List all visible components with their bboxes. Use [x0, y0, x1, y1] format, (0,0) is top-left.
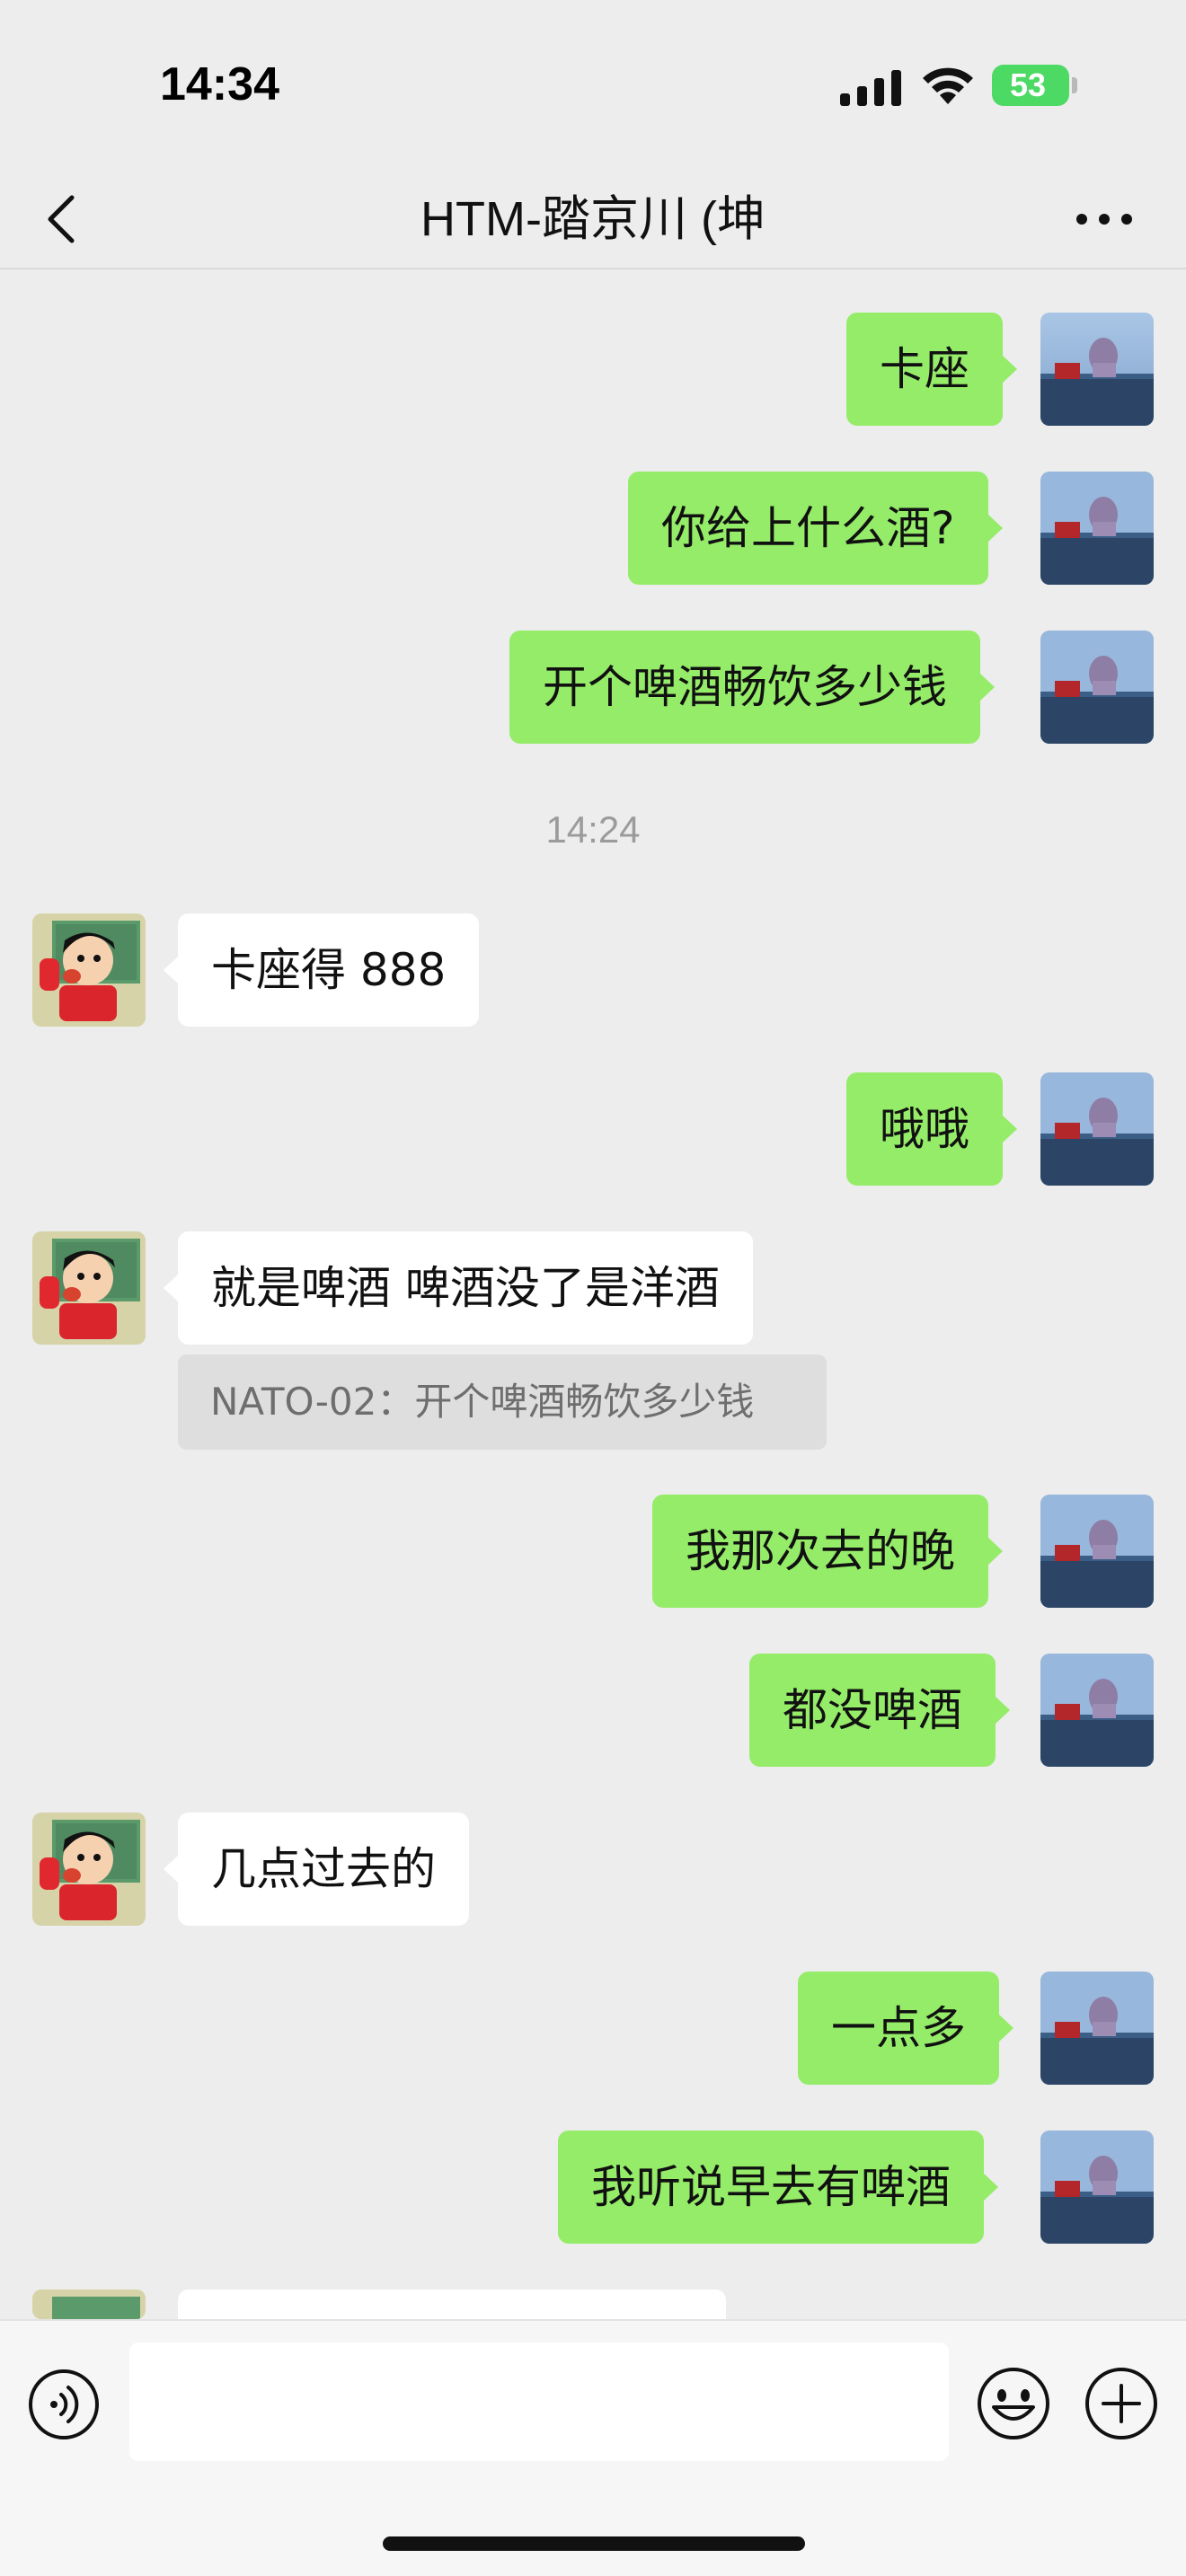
- contact-message-bubble[interactable]: 几点过去的: [164, 1813, 469, 1926]
- my-avatar-image: [1040, 1972, 1154, 2085]
- battery-level: 53: [1009, 66, 1047, 103]
- my-avatar[interactable]: [1040, 631, 1154, 744]
- my-avatar[interactable]: [1040, 1495, 1154, 1608]
- my-avatar-image: [1040, 631, 1154, 744]
- my-message-bubble[interactable]: 一点多: [798, 1972, 1013, 2085]
- contact-message-bubble[interactable]: 卡座得 888: [163, 913, 480, 1027]
- my-avatar-image: [1040, 1072, 1154, 1186]
- chat-screen: 14:34 53 HTM-踏京川 (坤 卡座 你给上什么酒? 开个啤酒畅饮多少钱…: [0, 0, 1186, 2576]
- contact-avatar-image: [32, 2289, 146, 2319]
- contact-avatar[interactable]: [32, 913, 146, 1027]
- my-avatar[interactable]: [1040, 472, 1154, 585]
- emoji-icon[interactable]: [976, 2366, 1051, 2441]
- contact-avatar-image: [32, 1813, 146, 1926]
- more-options-icon[interactable]: [1075, 205, 1134, 234]
- my-message-bubble[interactable]: 我听说早去有啤酒: [558, 2130, 998, 2244]
- battery-icon: 53: [992, 65, 1069, 106]
- cellular-signal-icon: [840, 70, 901, 106]
- home-indicator: [383, 2536, 805, 2551]
- contact-avatar[interactable]: [32, 1231, 146, 1345]
- chat-title: HTM-踏京川 (坤: [420, 192, 766, 246]
- contact-avatar-image: [32, 913, 146, 1027]
- my-message-bubble[interactable]: 你给上什么酒?: [628, 472, 1003, 585]
- contact-avatar-image: [32, 1231, 146, 1345]
- contact-message-bubble-partial[interactable]: [164, 2289, 726, 2360]
- my-message-bubble[interactable]: 我那次去的晚: [652, 1495, 1003, 1608]
- quoted-reply[interactable]: NATO-02：开个啤酒畅饮多少钱: [178, 1354, 827, 1450]
- status-bar: 14:34 53: [0, 0, 1186, 171]
- battery-cap: [1072, 77, 1077, 93]
- contact-message-bubble[interactable]: 就是啤酒 啤酒没了是洋酒: [164, 1231, 753, 1345]
- my-avatar[interactable]: [1040, 1654, 1154, 1767]
- chat-header: HTM-踏京川 (坤: [0, 171, 1186, 269]
- my-message-bubble[interactable]: 开个啤酒畅饮多少钱: [509, 631, 995, 744]
- voice-icon[interactable]: [27, 2368, 101, 2441]
- my-avatar[interactable]: [1040, 2130, 1154, 2244]
- contact-avatar[interactable]: [32, 2289, 146, 2319]
- my-avatar-image: [1040, 472, 1154, 585]
- my-message-bubble[interactable]: 哦哦: [846, 1072, 1017, 1186]
- wifi-icon: [923, 67, 973, 104]
- my-avatar-image: [1040, 2130, 1154, 2244]
- my-avatar[interactable]: [1040, 1972, 1154, 2085]
- my-avatar-image: [1040, 1654, 1154, 1767]
- message-timestamp: 14:24: [545, 808, 641, 851]
- my-avatar-image: [1040, 313, 1154, 426]
- my-avatar[interactable]: [1040, 313, 1154, 426]
- my-message-bubble[interactable]: 都没啤酒: [749, 1654, 1010, 1767]
- my-avatar-image: [1040, 1495, 1154, 1608]
- plus-icon[interactable]: [1084, 2366, 1159, 2441]
- message-input[interactable]: [129, 2342, 949, 2461]
- contact-avatar[interactable]: [32, 1813, 146, 1926]
- my-avatar[interactable]: [1040, 1072, 1154, 1186]
- back-chevron-icon[interactable]: [41, 189, 81, 250]
- status-time: 14:34: [160, 58, 279, 110]
- my-message-bubble[interactable]: 卡座: [846, 313, 1017, 426]
